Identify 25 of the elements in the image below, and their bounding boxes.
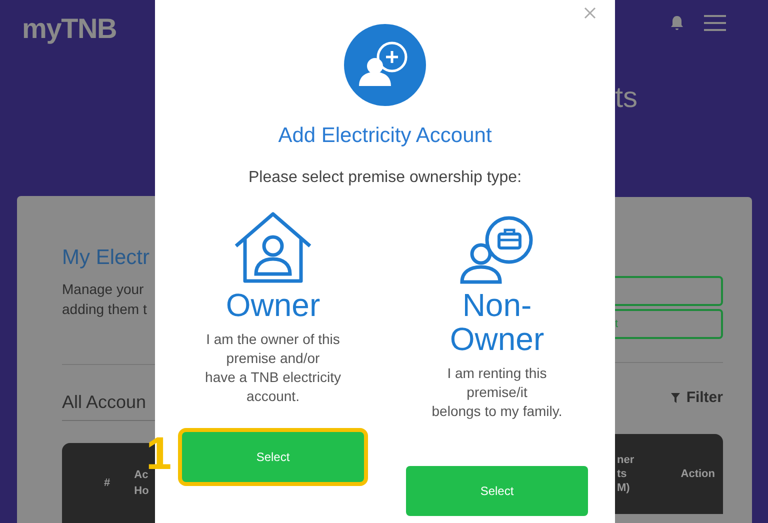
option-description: I am the owner of this premise and/or have a TNB electricity account. [205, 330, 341, 406]
page-title: ts [615, 82, 638, 114]
column-header: ner ts M) [617, 452, 634, 494]
card-title: My Electr [62, 244, 151, 270]
column-header: Action [680, 466, 715, 480]
option-description: I am renting this premise/it belongs to my family. [432, 364, 562, 421]
outline-button[interactable]: t [615, 309, 723, 339]
option-title: Non-Owner [448, 288, 546, 356]
add-user-icon [344, 24, 426, 106]
filter-icon [671, 393, 680, 404]
bell-icon[interactable] [670, 15, 684, 31]
logo: myTNB [22, 13, 117, 44]
option-title: Owner [224, 288, 322, 322]
house-person-icon [232, 210, 314, 284]
filter-button[interactable]: Filter [671, 387, 723, 410]
modal-title: Add Electricity Account [278, 123, 492, 149]
card-description: adding them t [62, 300, 148, 319]
close-icon [584, 7, 596, 19]
select-button[interactable]: Select [182, 432, 364, 482]
modal-prompt: Please select premise ownership type: [248, 168, 522, 188]
menu-icon[interactable] [704, 14, 726, 32]
column-header: # [104, 476, 110, 491]
column-header: Ac Ho [134, 469, 149, 499]
card-description: Manage your [62, 280, 145, 299]
select-button[interactable]: Select [406, 466, 588, 516]
